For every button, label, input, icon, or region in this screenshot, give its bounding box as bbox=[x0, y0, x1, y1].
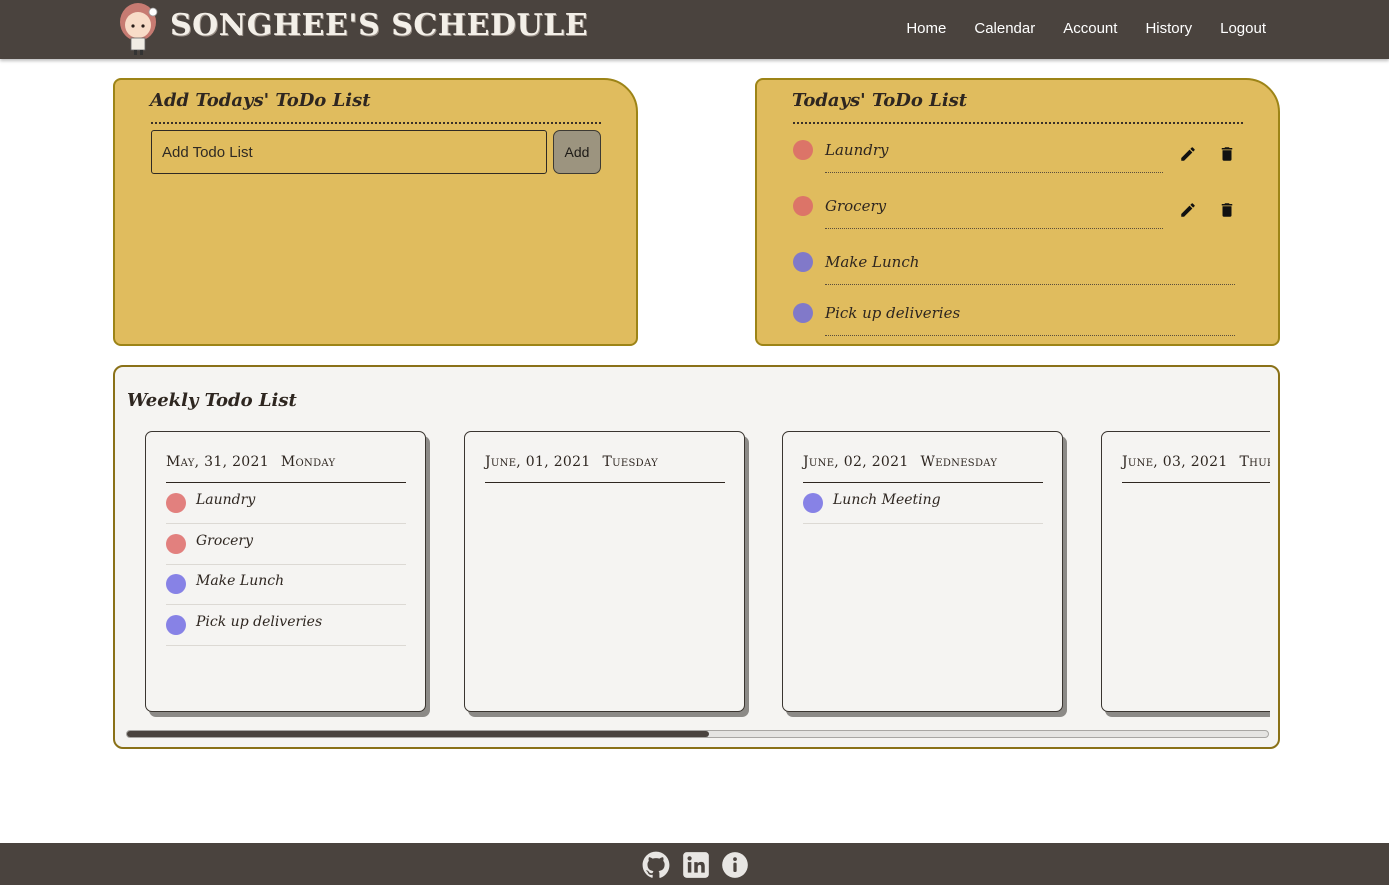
info-icon[interactable] bbox=[721, 851, 749, 879]
day-header: May, 31, 2021 Monday bbox=[166, 454, 335, 470]
day-card-monday[interactable]: May, 31, 2021 Monday Laundry Grocery Make… bbox=[145, 431, 426, 712]
day-divider bbox=[485, 482, 725, 483]
today-todo-title: Todays' ToDo List bbox=[792, 90, 968, 111]
nav-home[interactable]: Home bbox=[906, 20, 946, 37]
day-todo-text: Laundry bbox=[196, 492, 256, 508]
day-weekday: Wednesday bbox=[920, 454, 998, 470]
nav-logout[interactable]: Logout bbox=[1220, 20, 1266, 37]
brand-title[interactable]: SONGHEE'S SCHEDULE bbox=[170, 8, 588, 43]
today-item[interactable]: Laundry bbox=[793, 139, 1233, 179]
title-divider bbox=[793, 122, 1243, 124]
day-todo-text: Pick up deliveries bbox=[196, 614, 323, 630]
status-dot bbox=[793, 303, 813, 323]
nav-account[interactable]: Account bbox=[1063, 20, 1117, 37]
todo-input[interactable] bbox=[151, 130, 547, 174]
day-weekday: Monday bbox=[280, 454, 336, 470]
nav-history[interactable]: History bbox=[1145, 20, 1192, 37]
status-dot bbox=[166, 574, 186, 594]
day-header: June, 03, 2021 Thursday bbox=[1122, 454, 1270, 470]
add-todo-title: Add Todays' ToDo List bbox=[150, 90, 371, 111]
delete-trash-icon[interactable] bbox=[1218, 201, 1236, 219]
today-item[interactable]: Grocery bbox=[793, 195, 1233, 235]
day-divider bbox=[1122, 482, 1270, 483]
day-date: June, 01, 2021 bbox=[485, 454, 591, 470]
item-divider bbox=[825, 228, 1163, 229]
item-divider bbox=[825, 284, 1235, 285]
today-item-text: Pick up deliveries bbox=[825, 304, 961, 322]
day-date: June, 02, 2021 bbox=[803, 454, 909, 470]
day-todo-text: Lunch Meeting bbox=[833, 492, 941, 508]
avatar-logo-icon[interactable] bbox=[116, 0, 164, 56]
scrollbar-thumb[interactable] bbox=[127, 731, 709, 737]
add-todo-panel: Add Todays' ToDo List Add bbox=[113, 78, 638, 346]
today-todo-panel: Todays' ToDo List Laundry Grocery Make L… bbox=[755, 78, 1280, 346]
day-card-thursday[interactable]: June, 03, 2021 Thursday bbox=[1101, 431, 1270, 712]
day-weekday: Thursday bbox=[1239, 454, 1270, 470]
today-item-text: Grocery bbox=[825, 197, 887, 215]
day-weekday: Tuesday bbox=[602, 454, 658, 470]
status-dot bbox=[166, 615, 186, 635]
status-dot bbox=[793, 140, 813, 160]
footer bbox=[0, 843, 1389, 885]
day-todo-item[interactable]: Pick up deliveries bbox=[166, 605, 406, 646]
delete-trash-icon[interactable] bbox=[1218, 145, 1236, 163]
today-item[interactable]: Make Lunch bbox=[793, 251, 1235, 291]
day-todo-item[interactable]: Make Lunch bbox=[166, 564, 406, 605]
status-dot bbox=[793, 252, 813, 272]
horizontal-scrollbar[interactable] bbox=[126, 730, 1269, 738]
day-todo-item[interactable]: Laundry bbox=[166, 483, 406, 524]
nav-calendar[interactable]: Calendar bbox=[974, 20, 1035, 37]
day-header: June, 01, 2021 Tuesday bbox=[485, 454, 658, 470]
day-todo-text: Make Lunch bbox=[196, 573, 285, 589]
item-divider bbox=[825, 172, 1163, 173]
day-date: June, 03, 2021 bbox=[1122, 454, 1228, 470]
day-card-tuesday[interactable]: June, 01, 2021 Tuesday bbox=[464, 431, 745, 712]
edit-pencil-icon[interactable] bbox=[1179, 145, 1197, 163]
day-date: May, 31, 2021 bbox=[166, 454, 269, 470]
add-button[interactable]: Add bbox=[553, 130, 601, 174]
day-todo-item[interactable]: Lunch Meeting bbox=[803, 483, 1043, 524]
today-item-text: Make Lunch bbox=[825, 253, 920, 271]
status-dot bbox=[166, 534, 186, 554]
status-dot bbox=[803, 493, 823, 513]
day-header: June, 02, 2021 Wednesday bbox=[803, 454, 997, 470]
weekly-title: Weekly Todo List bbox=[127, 390, 297, 411]
github-icon[interactable] bbox=[642, 851, 670, 879]
edit-pencil-icon[interactable] bbox=[1179, 201, 1197, 219]
linkedin-icon[interactable] bbox=[682, 851, 710, 879]
today-item-text: Laundry bbox=[825, 141, 889, 159]
item-divider bbox=[825, 335, 1235, 336]
status-dot bbox=[793, 196, 813, 216]
day-todo-item[interactable]: Grocery bbox=[166, 524, 406, 565]
today-item[interactable]: Pick up deliveries bbox=[793, 302, 1235, 342]
status-dot bbox=[166, 493, 186, 513]
weekly-cards-scroller[interactable]: May, 31, 2021 Monday Laundry Grocery Make… bbox=[145, 431, 1270, 721]
title-divider bbox=[151, 122, 601, 124]
day-card-wednesday[interactable]: June, 02, 2021 Wednesday Lunch Meeting bbox=[782, 431, 1063, 712]
day-todo-text: Grocery bbox=[196, 533, 254, 549]
nav-menu: Home Calendar Account History Logout bbox=[906, 20, 1266, 37]
weekly-todo-panel: Weekly Todo List May, 31, 2021 Monday Lau… bbox=[113, 365, 1280, 749]
top-navbar: SONGHEE'S SCHEDULE Home Calendar Account… bbox=[0, 0, 1389, 59]
